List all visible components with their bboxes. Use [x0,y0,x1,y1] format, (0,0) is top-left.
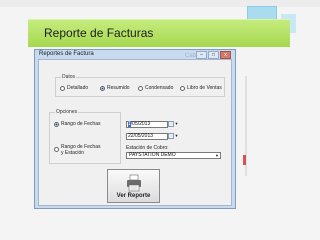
radio-rango-fechas-circle[interactable] [54,122,59,127]
maximize-button[interactable]: □ [208,51,219,59]
radio-condensado-circle[interactable] [138,86,143,91]
radio-libro-ventas[interactable]: Libro de Ventas [180,86,222,91]
opciones-group: Opciones Rango de Fechas Rango de Fechas… [49,109,121,164]
estacion-combo[interactable]: PAYSTATION DEMO ▼ [126,152,221,159]
estacion-value: PAYSTATION DEMO [129,152,176,158]
radio-resumido-label: Resumido [107,85,130,91]
datos-legend: Datos [61,74,77,81]
end-date-field[interactable]: 22/05/2013 [126,133,168,140]
start-date-dropdown-icon[interactable]: ▼ [174,120,179,127]
start-date-field[interactable]: 1/05/2013 [126,121,168,128]
radio-condensado[interactable]: Condensado [138,86,173,91]
radio-detallado-circle[interactable] [60,86,65,91]
radio-rango-fechas-estacion-label: Rango de Fechas y Estación [61,145,100,156]
radio-libro-ventas-label: Libro de Ventas [187,85,222,91]
window-client-area: Datos Detallado Resumido Condensado Libr… [38,59,232,206]
slide-title: Reporte de Facturas [44,26,154,40]
radio-libro-ventas-circle[interactable] [180,86,185,91]
report-window: Reportes de Factura Cabrera – □ x Datos … [34,49,236,209]
radio-resumido-circle[interactable] [100,86,105,91]
radio-detallado[interactable]: Detallado [60,86,88,91]
radio-rango-fechas-estacion-circle[interactable] [54,147,59,152]
printer-icon [127,174,141,192]
end-date-dropdown-icon[interactable]: ▼ [174,132,179,139]
radio-rango-fechas-label: Rango de Fechas [61,121,101,127]
opciones-legend: Opciones [55,109,79,116]
estacion-label: Estación de Cobro: [126,145,169,151]
slide-red-mark [243,155,246,165]
window-title: Reportes de Factura [39,51,94,57]
radio-detallado-label: Detallado [67,85,89,91]
radio-condensado-label: Condensado [145,85,174,91]
window-controls: – □ x [196,51,231,59]
close-button[interactable]: x [220,51,231,59]
radio-rango-fechas-estacion-line2: y Estación [61,150,85,156]
radio-rango-fechas[interactable]: Rango de Fechas [54,122,100,127]
radio-resumido[interactable]: Resumido [100,86,130,91]
start-date-rest: /05/2013 [130,121,151,127]
combo-arrow-icon[interactable]: ▼ [215,153,219,158]
radio-rango-fechas-estacion[interactable]: Rango de Fechas y Estación [54,145,100,156]
minimize-button[interactable]: – [196,51,207,59]
ver-reporte-label: Ver Reporte [116,193,151,199]
datos-group: Datos Detallado Resumido Condensado Libr… [55,74,225,97]
ver-reporte-button[interactable]: Ver Reporte [107,169,160,203]
